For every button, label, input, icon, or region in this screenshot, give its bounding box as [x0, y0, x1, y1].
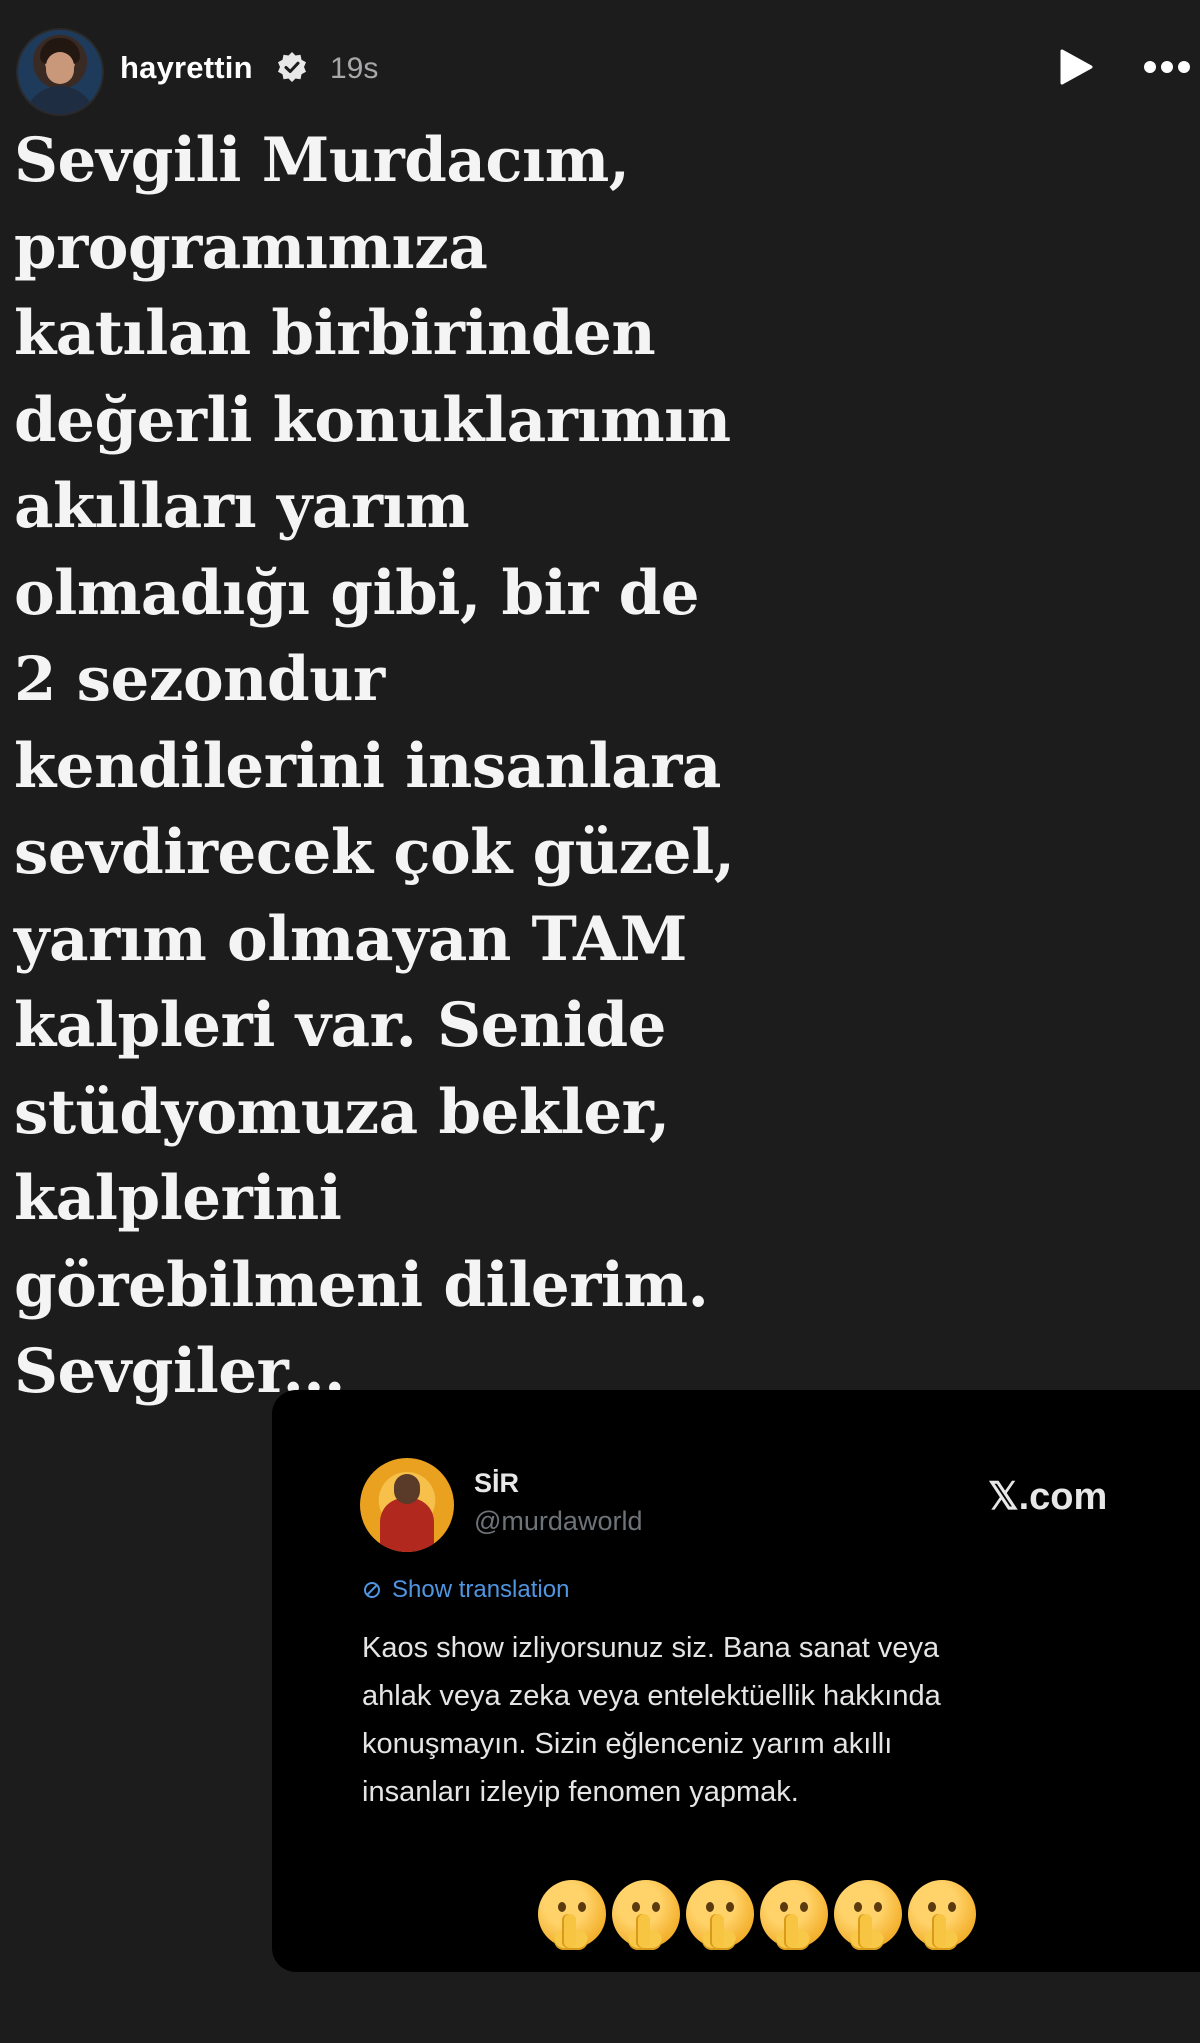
shushing-face-emoji-icon [834, 1880, 902, 1950]
avatar-shoulders [24, 86, 96, 114]
tweet-author-name[interactable]: SİR [474, 1468, 519, 1499]
show-translation-link[interactable]: Show translation [362, 1576, 569, 1604]
show-translation-label: Show translation [392, 1576, 570, 1603]
more-options-icon[interactable] [1144, 60, 1198, 74]
tweet-avatar-head [394, 1474, 420, 1504]
play-icon[interactable] [1058, 48, 1094, 86]
tweet-author-handle[interactable]: @murdaworld [474, 1506, 642, 1537]
shushing-face-emoji-icon [760, 1880, 828, 1950]
emoji-row [538, 1880, 976, 1950]
username[interactable]: hayrettin [120, 50, 253, 86]
verified-badge-icon [278, 52, 306, 82]
shushing-face-emoji-icon [538, 1880, 606, 1950]
post-time: 19s [330, 52, 379, 85]
more-dot [1144, 61, 1156, 73]
more-dot [1178, 61, 1190, 73]
embedded-tweet-card[interactable]: SİR @murdaworld 𝕏.com Show translation K… [272, 1390, 1200, 1972]
profile-avatar[interactable] [16, 28, 104, 116]
avatar-face [46, 52, 74, 84]
story-text: Sevgili Murdacım, programımıza katılan b… [14, 125, 735, 1407]
tweet-source-label: 𝕏.com [988, 1476, 1108, 1518]
more-dot [1161, 61, 1173, 73]
translate-icon [364, 1582, 380, 1598]
tweet-avatar-body [380, 1498, 434, 1552]
story-viewer: hayrettin 19s Sevgili Murdacım, programı… [0, 0, 1200, 2043]
tweet-text: Kaos show izliyorsunuz siz. Bana sanat v… [362, 1632, 941, 1808]
shushing-face-emoji-icon [686, 1880, 754, 1950]
shushing-face-emoji-icon [908, 1880, 976, 1950]
tweet-author-avatar[interactable] [360, 1458, 454, 1552]
shushing-face-emoji-icon [612, 1880, 680, 1950]
